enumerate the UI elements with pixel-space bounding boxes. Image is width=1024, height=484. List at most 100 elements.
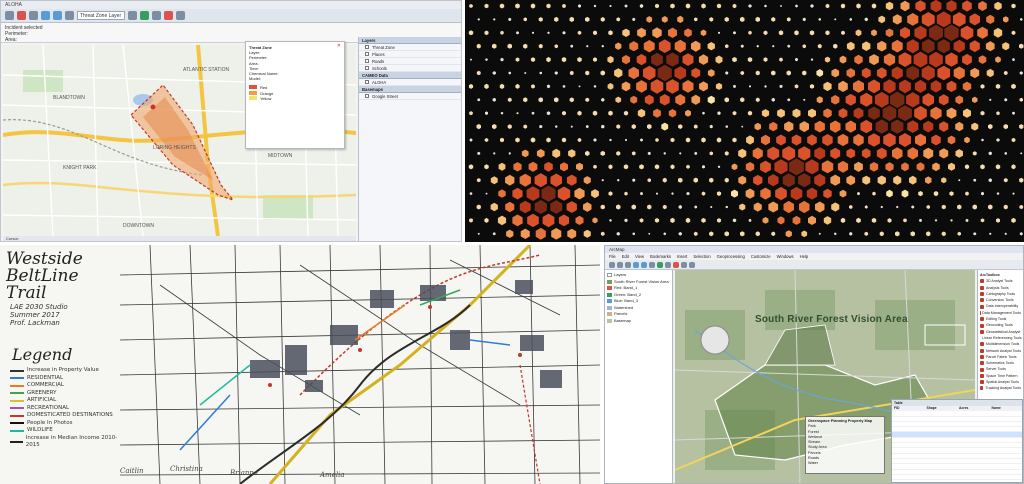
table-row[interactable] xyxy=(892,480,1022,483)
hex-cell xyxy=(779,84,783,89)
zoom-in-icon[interactable] xyxy=(41,11,50,20)
table-cell xyxy=(925,443,958,447)
sidebar-item[interactable]: Google Street xyxy=(359,93,461,100)
hex-cell xyxy=(934,219,938,222)
toolbox-item[interactable]: Tracking Analyst Tools xyxy=(980,385,1021,391)
pan-icon[interactable] xyxy=(649,261,655,268)
hex-cell xyxy=(546,57,551,63)
checkbox[interactable] xyxy=(365,45,369,49)
hex-cell xyxy=(886,189,893,198)
menu-item[interactable]: Selection xyxy=(693,253,710,260)
column-header[interactable]: Name xyxy=(989,406,1022,411)
sidebar-item[interactable]: ALOHA xyxy=(359,79,461,86)
close-icon[interactable]: ✕ xyxy=(337,43,341,49)
checkbox[interactable] xyxy=(365,94,369,98)
hex-cell xyxy=(530,3,536,9)
ruler-icon[interactable] xyxy=(128,11,137,20)
identify-icon[interactable] xyxy=(665,261,671,268)
menu-item[interactable]: Insert xyxy=(677,253,687,260)
hex-cell xyxy=(616,124,621,129)
column-header[interactable]: Shape xyxy=(924,406,957,411)
stop-icon[interactable] xyxy=(17,11,26,20)
checkbox[interactable] xyxy=(365,80,369,84)
checkbox[interactable] xyxy=(365,52,369,56)
hex-cell xyxy=(763,30,768,36)
toolbox-icon[interactable] xyxy=(673,261,679,268)
layer-select[interactable]: Threat Zone Layer xyxy=(77,11,125,20)
hex-cell xyxy=(906,39,919,54)
hex-cell xyxy=(946,0,957,12)
save-icon[interactable] xyxy=(625,261,631,268)
menu-item[interactable]: Customize xyxy=(751,253,771,260)
open-icon[interactable] xyxy=(5,11,14,20)
toolbox-icon xyxy=(980,348,984,353)
sidebar-item[interactable]: Schools xyxy=(359,65,461,72)
open-icon[interactable] xyxy=(617,261,623,268)
hex-cell xyxy=(838,108,848,119)
checkbox[interactable] xyxy=(365,59,369,63)
pan-icon[interactable] xyxy=(65,11,74,20)
help-icon[interactable] xyxy=(176,11,185,20)
checkbox[interactable] xyxy=(365,66,369,70)
menu-item[interactable]: Windows xyxy=(777,253,794,260)
hex-cell xyxy=(838,80,848,92)
zoom-in-icon[interactable] xyxy=(633,261,639,268)
select-icon[interactable] xyxy=(681,261,687,268)
hex-cell xyxy=(914,25,927,40)
toolbox-icon xyxy=(980,285,984,290)
menu-item[interactable]: Bookmarks xyxy=(650,253,671,260)
hex-cell xyxy=(931,134,941,146)
hex-cell xyxy=(834,18,837,21)
hex-cell xyxy=(654,218,660,223)
signature: Christina xyxy=(170,465,203,473)
hex-cell xyxy=(747,57,753,63)
column-header[interactable]: Acres xyxy=(957,406,990,411)
hex-cell xyxy=(469,111,473,116)
hex-cell xyxy=(808,108,816,118)
hex-cell xyxy=(615,96,622,103)
settings-icon[interactable] xyxy=(152,11,161,20)
zoom-out-icon[interactable] xyxy=(641,261,647,268)
new-icon[interactable] xyxy=(609,261,615,268)
menu-item[interactable]: Geoprocessing xyxy=(717,253,745,260)
hex-cell xyxy=(493,18,496,21)
hex-cell xyxy=(541,185,556,202)
zoom-out-icon[interactable] xyxy=(53,11,62,20)
subtitle-line: Prof. Lackman xyxy=(10,319,60,327)
table-cell xyxy=(925,464,958,468)
threat-zone-popup[interactable]: Threat Zone Layer: Perimeter: Area: Time… xyxy=(245,41,345,149)
hex-cell xyxy=(969,13,980,26)
hex-cell xyxy=(585,70,590,76)
pointer-icon[interactable] xyxy=(29,11,38,20)
legend-label: GREENERY xyxy=(27,389,57,396)
hex-cell xyxy=(679,152,682,155)
toc-swatch xyxy=(607,279,612,284)
hex-cell xyxy=(925,176,932,184)
table-cell xyxy=(925,470,958,474)
delete-icon[interactable] xyxy=(164,11,173,20)
hex-cell xyxy=(685,3,691,9)
hex-cell xyxy=(1019,204,1024,210)
toc-item[interactable]: Basemap xyxy=(607,318,670,325)
hex-cell xyxy=(508,17,512,22)
measure-icon[interactable] xyxy=(689,261,695,268)
hex-cell xyxy=(715,82,723,90)
draw-icon[interactable] xyxy=(140,11,149,20)
hex-cell xyxy=(814,173,826,187)
hex-cell xyxy=(560,162,568,172)
hex-cell xyxy=(988,178,992,183)
menu-item[interactable]: Edit xyxy=(622,253,629,260)
menu-item[interactable]: File xyxy=(609,253,616,260)
hex-cell xyxy=(497,215,507,226)
column-header[interactable]: FID xyxy=(892,406,925,411)
menu-item[interactable]: View xyxy=(635,253,644,260)
hex-cell xyxy=(513,162,522,172)
hex-cell xyxy=(546,111,551,116)
hex-cell xyxy=(716,191,722,196)
hex-cell xyxy=(913,51,928,68)
hex-cell xyxy=(945,52,958,67)
menu-item[interactable]: Help xyxy=(800,253,809,260)
add-data-icon[interactable] xyxy=(657,261,663,268)
hex-cell xyxy=(895,231,900,237)
hex-cell xyxy=(562,31,566,35)
